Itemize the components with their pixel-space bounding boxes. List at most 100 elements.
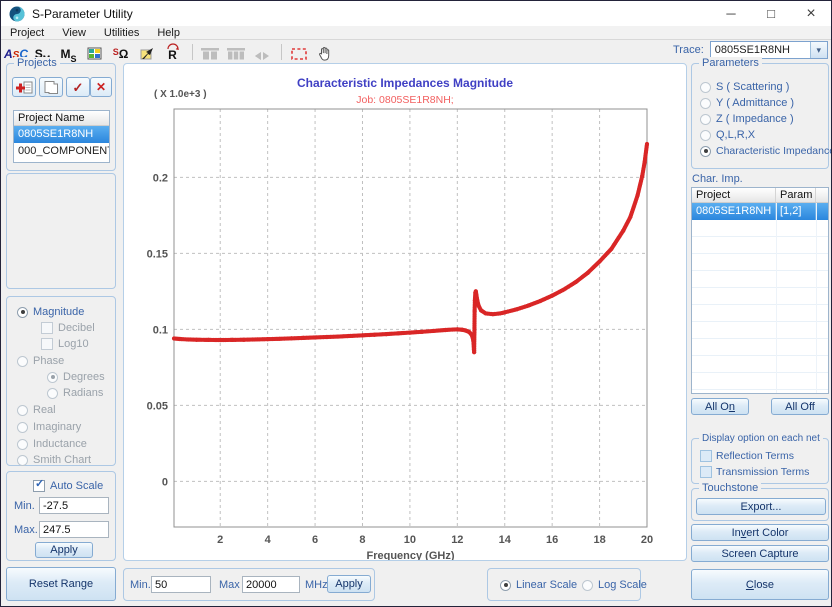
auto-scale-checkbox[interactable]	[33, 480, 45, 492]
svg-text:0.15: 0.15	[147, 248, 168, 260]
y-max-input[interactable]	[39, 521, 109, 538]
close-button[interactable]: Close	[691, 569, 829, 600]
projects-groupbox: Projects ✓ ✕ Project Name 0805SE1R8NH 00…	[6, 63, 116, 171]
project-list-item[interactable]: 000_COMPONENT_D.	[14, 143, 109, 160]
add-project-button[interactable]	[12, 77, 36, 97]
delete-project-button[interactable]: ✕	[90, 77, 112, 97]
maximize-button[interactable]: □	[751, 1, 791, 26]
freq-max-label: Max	[219, 579, 240, 591]
char-imp-table-header: Project Param	[692, 188, 828, 203]
export-button[interactable]: Export...	[696, 498, 826, 515]
imaginary-label: Imaginary	[33, 421, 81, 433]
reset-range-button[interactable]: Reset Range	[6, 567, 116, 601]
z-impedance-radio[interactable]	[700, 114, 711, 125]
y-min-label: Min.	[14, 500, 35, 512]
freq-max-input[interactable]	[242, 576, 300, 593]
delete-x-icon: ✕	[96, 81, 106, 94]
window-title: S-Parameter Utility	[32, 7, 133, 21]
app-logo-icon	[9, 6, 25, 22]
real-radio[interactable]	[17, 405, 28, 416]
table-vline	[816, 203, 817, 393]
svg-text:0.05: 0.05	[147, 400, 168, 412]
svg-text:6: 6	[312, 534, 318, 546]
display-option-groupbox: Display option on each net Reflection Te…	[691, 438, 829, 484]
freq-apply-button[interactable]: Apply	[327, 575, 371, 593]
s-to-z-icon[interactable]: SΩ	[109, 42, 132, 62]
screen-capture-button[interactable]: Screen Capture	[691, 545, 829, 562]
svg-text:10: 10	[404, 534, 416, 546]
touchstone-groupbox: Touchstone Export...	[691, 488, 829, 521]
svg-text:8: 8	[359, 534, 365, 546]
column-param[interactable]: Param	[776, 188, 816, 202]
imaginary-radio[interactable]	[17, 422, 28, 433]
zoom-region-icon[interactable]	[287, 42, 310, 62]
freq-min-label: Min.	[130, 579, 151, 591]
char-imp-row[interactable]: 0805SE1R8NH [1,2]	[692, 203, 828, 220]
char-imp-label: Char. Imp.	[692, 173, 743, 185]
degrees-radio[interactable]	[47, 372, 58, 383]
toolbar-separator	[281, 44, 282, 60]
m-to-s-icon[interactable]: MS	[57, 42, 80, 62]
phase-radio[interactable]	[17, 356, 28, 367]
svg-text:4: 4	[265, 534, 272, 546]
project-list-item[interactable]: 0805SE1R8NH	[14, 126, 109, 143]
svg-text:0: 0	[162, 476, 168, 488]
menu-bar: Project View Utilities Help	[1, 26, 831, 40]
char-imp-row-project: 0805SE1R8NH	[692, 203, 776, 220]
rlc-extract-icon[interactable]: R	[161, 42, 184, 62]
linear-scale-label: Linear Scale	[516, 579, 577, 591]
menu-help[interactable]: Help	[148, 26, 189, 39]
phase-label: Phase	[33, 355, 64, 367]
log-scale-radio[interactable]	[582, 580, 593, 591]
invert-color-button[interactable]: Invert Color	[691, 524, 829, 541]
y-min-input[interactable]	[39, 497, 109, 514]
duplicate-project-button[interactable]	[39, 77, 63, 97]
log-scale-label: Log Scale	[598, 579, 647, 591]
smith-chart-label: Smith Chart	[33, 454, 91, 466]
frequency-range-bar: Min. Max MHz Apply	[123, 568, 375, 601]
impedance-plot: 246810121416182000.050.10.150.2Frequency…	[124, 64, 686, 560]
chevron-down-icon[interactable]: ▾	[810, 42, 827, 58]
reflection-terms-label: Reflection Terms	[716, 450, 794, 462]
smith-chart-radio[interactable]	[17, 455, 28, 466]
freq-min-input[interactable]	[151, 576, 211, 593]
close-window-button[interactable]: ×	[791, 1, 831, 26]
inductance-radio[interactable]	[17, 439, 28, 450]
s-scattering-radio[interactable]	[700, 82, 711, 93]
reflection-terms-checkbox[interactable]	[700, 450, 712, 462]
menu-utilities[interactable]: Utilities	[95, 26, 148, 39]
y-admittance-radio[interactable]	[700, 98, 711, 109]
y-max-label: Max.	[14, 524, 38, 536]
title-bar: S-Parameter Utility ─ □ ×	[1, 1, 831, 26]
radians-radio[interactable]	[47, 388, 58, 399]
real-label: Real	[33, 404, 56, 416]
format-panel: Magnitude Decibel Log10 Phase Degrees Ra…	[6, 296, 116, 466]
freq-unit-label: MHz	[305, 579, 328, 591]
qlrx-radio[interactable]	[700, 130, 711, 141]
minimize-button[interactable]: ─	[711, 1, 751, 26]
spreadsheet-icon[interactable]	[83, 42, 106, 62]
all-on-button[interactable]: All On	[691, 398, 749, 415]
menu-project[interactable]: Project	[1, 26, 53, 39]
y-admittance-label: Y ( Admittance )	[716, 97, 794, 109]
columns-3-icon	[224, 42, 247, 62]
char-impedance-radio[interactable]	[700, 146, 711, 157]
menu-view[interactable]: View	[53, 26, 95, 39]
marker-arrow-icon[interactable]	[135, 42, 158, 62]
y-scale-apply-button[interactable]: Apply	[35, 542, 93, 558]
all-off-button[interactable]: All Off	[771, 398, 829, 415]
column-project[interactable]: Project	[692, 188, 776, 202]
magnitude-radio[interactable]	[17, 307, 28, 318]
parameters-groupbox: Parameters S ( Scattering ) Y ( Admittan…	[691, 63, 829, 169]
pan-hand-icon[interactable]	[313, 42, 336, 62]
linear-scale-radio[interactable]	[500, 580, 511, 591]
svg-text:2: 2	[217, 534, 223, 546]
decibel-checkbox[interactable]	[41, 322, 53, 334]
project-list-header[interactable]: Project Name	[14, 111, 109, 126]
z-impedance-label: Z ( Impedance )	[716, 113, 794, 125]
svg-text:0.1: 0.1	[153, 324, 168, 336]
check-icon: ✓	[73, 81, 84, 94]
log10-checkbox[interactable]	[41, 338, 53, 350]
apply-project-button[interactable]: ✓	[66, 77, 90, 97]
transmission-terms-checkbox[interactable]	[700, 466, 712, 478]
